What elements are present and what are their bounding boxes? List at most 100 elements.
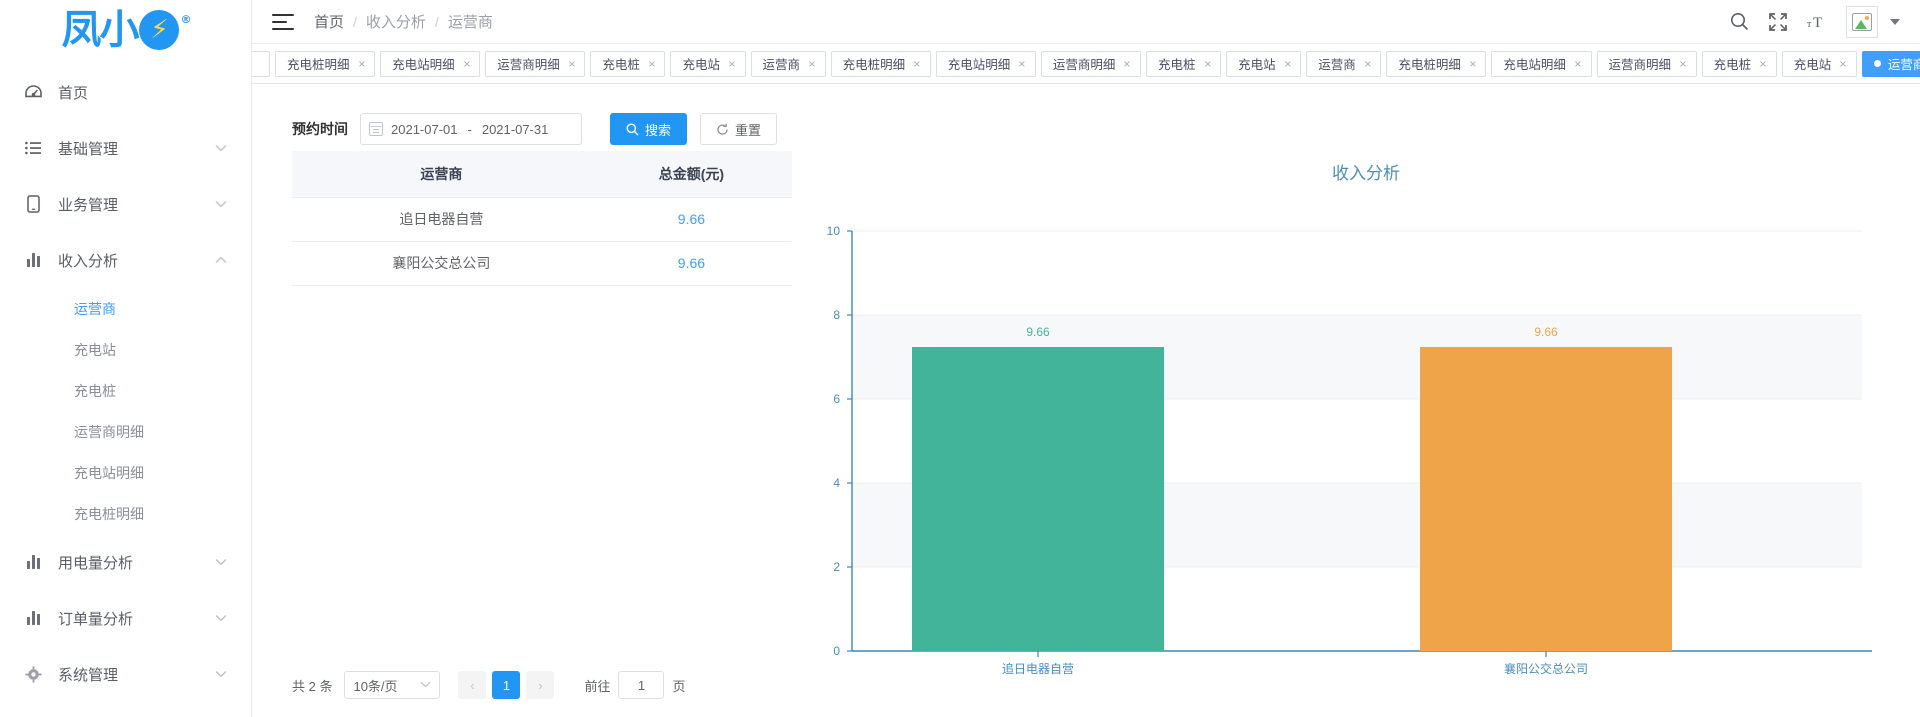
end-date-value[interactable]: 2021-07-31: [482, 122, 549, 137]
pagination-page-1[interactable]: 1: [492, 671, 520, 699]
search-button[interactable]: 搜索: [610, 113, 687, 145]
fullscreen-icon[interactable]: [1769, 13, 1787, 31]
sidebar-item-label: 系统管理: [58, 664, 215, 685]
chevron-down-icon: [215, 142, 227, 154]
breadcrumb-separator: /: [353, 14, 357, 30]
tab-label: 充电站: [1794, 54, 1832, 73]
sidebar-item-system-management[interactable]: 系统管理: [0, 646, 251, 702]
sidebar-subitem-operator-detail[interactable]: 运营商明细: [0, 411, 251, 452]
close-icon[interactable]: ×: [358, 57, 365, 69]
tab-item[interactable]: 充电站明细×: [380, 51, 480, 77]
close-icon[interactable]: ×: [1574, 57, 1581, 69]
close-icon[interactable]: ×: [1204, 57, 1211, 69]
sidebar-item-basic-management[interactable]: 基础管理: [0, 120, 251, 176]
sidebar-subitem-pile-detail[interactable]: 充电桩明细: [0, 493, 251, 534]
page-size-select[interactable]: 10条/页: [344, 671, 440, 699]
tab-item[interactable]: 运营商×: [751, 51, 826, 77]
search-icon[interactable]: [1730, 12, 1749, 31]
sidebar-item-business-management[interactable]: 业务管理: [0, 176, 251, 232]
tab-item-active[interactable]: 运营商×: [1862, 51, 1920, 77]
sidebar-item-income-analysis[interactable]: 收入分析: [0, 232, 251, 288]
close-icon[interactable]: ×: [1839, 57, 1846, 69]
income-bar-chart[interactable]: 10 8 6 4 2 0 9.66 追日电器自营 9.66 襄阳公交总公司: [812, 151, 1902, 711]
start-date-value[interactable]: 2021-07-01: [391, 122, 458, 137]
hamburger-icon[interactable]: [272, 14, 294, 30]
close-icon[interactable]: ×: [913, 57, 920, 69]
sidebar-subitem-charging-pile[interactable]: 充电桩: [0, 370, 251, 411]
close-icon[interactable]: ×: [648, 57, 655, 69]
tab-item[interactable]: 充电桩明细×: [275, 51, 375, 77]
cell-operator: 追日电器自营: [292, 197, 591, 241]
bar-series-1[interactable]: [912, 347, 1164, 651]
table-panel: 运营商 总金额(元) 追日电器自营 9.66 襄阳公交总公司 9.66: [252, 151, 812, 717]
sidebar-item-label: 用电量分析: [58, 552, 215, 573]
close-icon[interactable]: ×: [1759, 57, 1766, 69]
close-icon[interactable]: ×: [808, 57, 815, 69]
close-icon[interactable]: ×: [1469, 57, 1476, 69]
close-icon[interactable]: ×: [568, 57, 575, 69]
tab-item[interactable]: 充电桩 ×: [590, 51, 665, 77]
tab-item[interactable]: 运营商明细×: [1597, 51, 1697, 77]
x-tick-label: 追日电器自营: [1002, 661, 1074, 676]
pagination-prev-button[interactable]: ‹: [458, 671, 486, 699]
tab-label: 充电桩: [1158, 54, 1196, 73]
close-icon[interactable]: ×: [1124, 57, 1131, 69]
tab-item[interactable]: 充电桩明细×: [1386, 51, 1486, 77]
close-icon[interactable]: ×: [463, 57, 470, 69]
calendar-icon: [369, 122, 383, 136]
tab-item[interactable]: 充电桩明细 ×: [831, 51, 931, 77]
close-icon[interactable]: ×: [1679, 57, 1686, 69]
bar-series-2[interactable]: [1420, 347, 1672, 651]
tab-item[interactable]: 运营商明细 ×: [485, 51, 585, 77]
sidebar-subitem-charging-station[interactable]: 充电站: [0, 329, 251, 370]
date-range-separator: -: [468, 122, 472, 137]
tab-item[interactable]: 充电桩×: [1702, 51, 1777, 77]
y-tick-label: 0: [833, 644, 840, 658]
pagination-jumper: 前往 页: [576, 671, 693, 699]
sidebar-subitem-operator[interactable]: 运营商: [0, 288, 251, 329]
tab-label: 充电桩明细: [843, 54, 906, 73]
tab-bar[interactable]: 充电桩明细× 充电站明细× 运营商明细× 充电桩× 充电站× 运营商× 充电桩明…: [252, 44, 1920, 84]
sidebar-item-label: 业务管理: [58, 194, 215, 215]
breadcrumb-item-income-analysis[interactable]: 收入分析: [366, 11, 426, 32]
tab-item[interactable]: 充电桩 ×: [1146, 51, 1221, 77]
page-unit-label: 页: [672, 676, 685, 695]
chevron-down-icon[interactable]: [1890, 19, 1900, 25]
reset-button-label: 重置: [735, 120, 761, 139]
sidebar-item-electricity-analysis[interactable]: 用电量分析: [0, 534, 251, 590]
sidebar-item-order-analysis[interactable]: 订单量分析: [0, 590, 251, 646]
cell-amount[interactable]: 9.66: [591, 197, 792, 241]
sidebar-subitem-station-detail[interactable]: 充电站明细: [0, 452, 251, 493]
avatar[interactable]: [1846, 6, 1878, 38]
tab-item[interactable]: 充电站×: [1226, 51, 1301, 77]
pagination-next-button[interactable]: ›: [526, 671, 554, 699]
header-actions: тT: [1730, 6, 1920, 38]
close-icon[interactable]: ×: [1018, 57, 1025, 69]
tab-item[interactable]: 充电站 ×: [670, 51, 745, 77]
tab-item[interactable]: 充电站明细×: [936, 51, 1036, 77]
font-size-icon[interactable]: тT: [1807, 13, 1826, 30]
tab-item[interactable]: 充电站明细×: [1491, 51, 1591, 77]
tab-label: 充电桩: [602, 54, 640, 73]
search-icon: [626, 123, 639, 136]
tab-label: 运营商明细: [497, 54, 560, 73]
tab-label: 充电站: [682, 54, 720, 73]
sidebar-item-home[interactable]: 首页: [0, 64, 251, 120]
cell-amount[interactable]: 9.66: [591, 241, 792, 285]
avatar-image-icon: [1852, 13, 1872, 31]
close-icon[interactable]: ×: [1364, 57, 1371, 69]
breadcrumb-item-home[interactable]: 首页: [314, 11, 344, 32]
table-row[interactable]: 追日电器自营 9.66: [292, 197, 792, 241]
close-icon[interactable]: ×: [1284, 57, 1291, 69]
date-range-input[interactable]: 2021-07-01 - 2021-07-31: [360, 113, 582, 145]
tab-item[interactable]: 运营商明细×: [1041, 51, 1141, 77]
tab-item[interactable]: 运营商×: [1306, 51, 1381, 77]
app-logo[interactable]: 凤小⚡®: [0, 0, 251, 58]
close-icon[interactable]: ×: [728, 57, 735, 69]
sidebar-item-label: 首页: [58, 82, 227, 103]
table-row[interactable]: 襄阳公交总公司 9.66: [292, 241, 792, 285]
bar-chart-icon: [22, 251, 44, 269]
jump-page-input[interactable]: [618, 671, 664, 699]
reset-button[interactable]: 重置: [700, 113, 777, 145]
tab-item[interactable]: 充电站 ×: [1782, 51, 1857, 77]
